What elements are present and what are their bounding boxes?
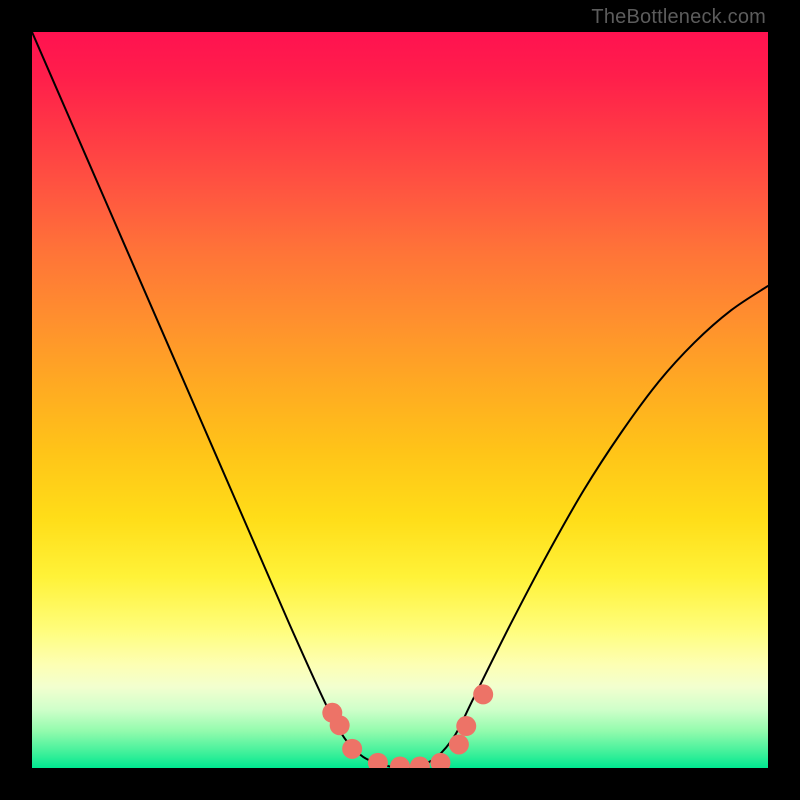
watermark-text: TheBottleneck.com	[591, 6, 766, 29]
curve-marker	[330, 715, 350, 735]
curve-marker	[368, 753, 388, 768]
chart-frame: TheBottleneck.com	[0, 0, 800, 800]
curve-marker	[449, 734, 469, 754]
curve-marker	[390, 757, 410, 768]
bottleneck-curve	[32, 32, 768, 768]
curve-marker	[473, 684, 493, 704]
chart-plot-area	[32, 32, 768, 768]
curve-path	[32, 32, 768, 768]
curve-marker	[410, 757, 430, 768]
curve-marker	[342, 739, 362, 759]
curve-marker	[430, 753, 450, 768]
curve-marker	[456, 716, 476, 736]
